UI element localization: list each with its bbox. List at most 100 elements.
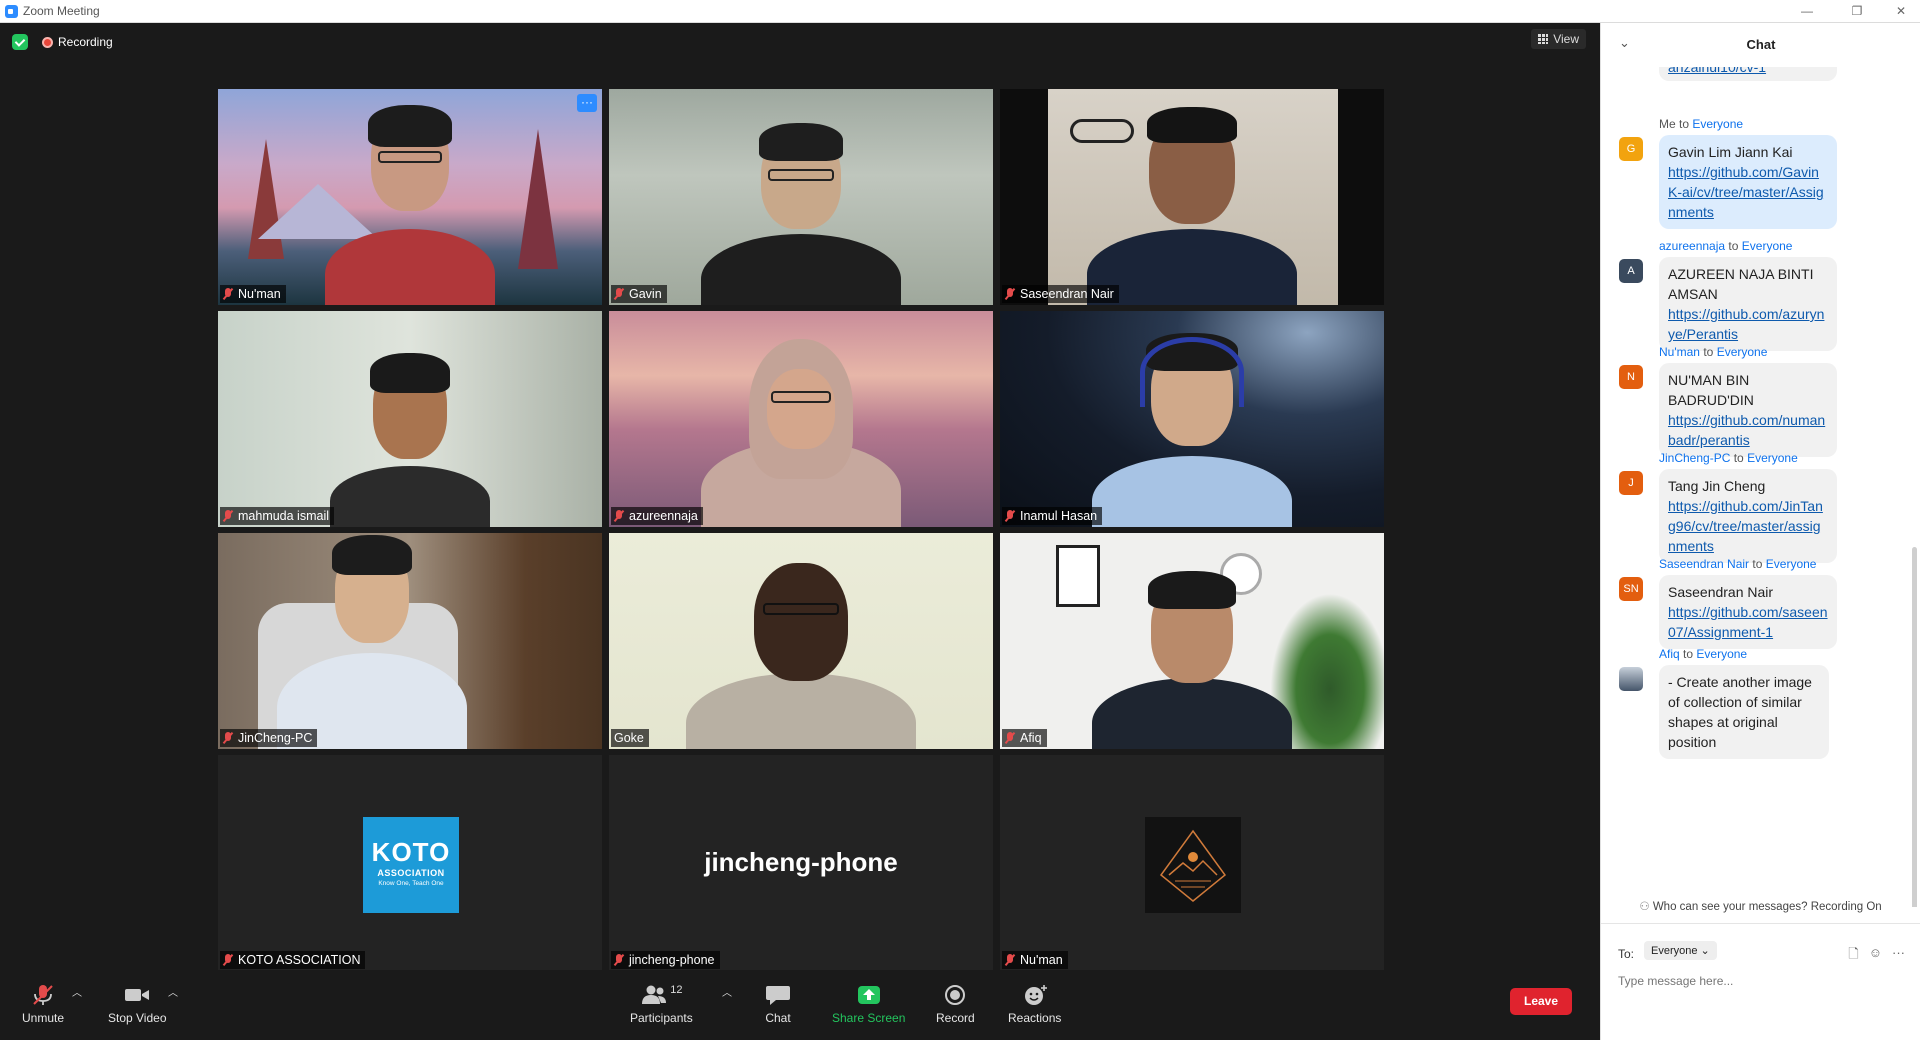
recipient-name: Everyone: [1747, 451, 1798, 465]
tile-name: Gavin: [629, 287, 662, 301]
video-tile-numan-2[interactable]: Nu'man: [1000, 755, 1384, 971]
person-face: [767, 369, 835, 449]
chat-message-link[interactable]: https://github.com/GavinK-ai/cv/tree/mas…: [1668, 162, 1828, 222]
video-tile-mahmuda[interactable]: mahmuda ismail: [218, 311, 602, 527]
chat-messages[interactable]: anzainul10/cv-1 Me to Everyone G Gavin L…: [1601, 67, 1920, 907]
meeting-toolbar: Unmute ︿ Stop Video ︿ 12 Participants ︿ …: [0, 970, 1600, 1040]
video-tile-azureennaja[interactable]: azureennaja: [609, 311, 993, 527]
tile-name: azureennaja: [629, 509, 698, 523]
participants-caret-icon[interactable]: ︿: [722, 984, 732, 999]
tile-more-options-icon[interactable]: ···: [577, 94, 597, 112]
tile-name: Nu'man: [238, 287, 281, 301]
muted-mic-icon: [223, 510, 233, 522]
sender-avatar: A: [1619, 259, 1643, 283]
video-tile-numan[interactable]: ··· Nu'man: [218, 89, 602, 305]
view-button[interactable]: View: [1531, 29, 1586, 49]
sender-name: Saseendran Nair: [1659, 557, 1750, 571]
message-sender: Me to Everyone: [1659, 117, 1743, 131]
video-tile-saseendran[interactable]: Saseendran Nair: [1000, 89, 1384, 305]
chat-message-link[interactable]: https://github.com/numanbadr/perantis: [1668, 410, 1828, 450]
tile-nameplate: Afiq: [1002, 729, 1047, 747]
muted-mic-icon: [223, 288, 233, 300]
video-options-caret-icon[interactable]: ︿: [168, 984, 178, 999]
recipient-select[interactable]: Everyone ⌄: [1644, 941, 1717, 960]
video-feed: [609, 533, 993, 749]
record-icon: [945, 985, 966, 1005]
video-feed: [1000, 533, 1384, 749]
person-hair: [1148, 571, 1236, 609]
chat-button[interactable]: Chat: [764, 984, 792, 1025]
close-icon[interactable]: ✕: [1886, 2, 1916, 20]
leave-button[interactable]: Leave: [1510, 988, 1572, 1015]
stop-video-button[interactable]: Stop Video: [108, 984, 167, 1025]
to-label: To:: [1618, 947, 1635, 961]
tile-nameplate: JinCheng-PC: [220, 729, 318, 747]
chat-message-link[interactable]: anzainul10/cv-1: [1668, 67, 1766, 75]
sender-avatar-photo: [1619, 667, 1643, 691]
glasses: [378, 151, 442, 163]
tile-nameplate: Goke: [611, 729, 649, 747]
message-sender: Nu'man to Everyone: [1659, 345, 1767, 359]
glasses: [763, 603, 839, 615]
recipient-name: Everyone: [1696, 647, 1748, 661]
sender-avatar: G: [1619, 137, 1643, 161]
message-bubble: Gavin Lim Jiann Kai https://github.com/G…: [1659, 135, 1837, 229]
person-body: [1092, 678, 1292, 749]
chat-message-link[interactable]: https://github.com/JinTang96/cv/tree/mas…: [1668, 496, 1828, 556]
video-tile-jincheng-phone[interactable]: jincheng-phone jincheng-phone: [609, 755, 993, 971]
share-screen-button[interactable]: Share Screen: [832, 984, 905, 1025]
chat-scrollbar[interactable]: [1912, 547, 1917, 907]
chat-message-input[interactable]: [1618, 974, 1898, 988]
chat-header: ⌄ Chat: [1601, 23, 1920, 67]
share-screen-label: Share Screen: [832, 1011, 906, 1025]
video-feed: [1000, 311, 1384, 527]
unmute-button[interactable]: Unmute: [22, 984, 64, 1025]
video-tile-koto[interactable]: KOTO ASSOCIATION Know One, Teach One KOT…: [218, 755, 602, 971]
restore-icon[interactable]: ❐: [1842, 2, 1872, 20]
video-tile-goke-active-speaker[interactable]: Goke: [609, 533, 993, 749]
tile-nameplate: Inamul Hasan: [1002, 507, 1103, 525]
video-tile-afiq[interactable]: Afiq: [1000, 533, 1384, 749]
chat-message-link[interactable]: https://github.com/azurynye/Perantis: [1668, 304, 1828, 344]
audio-options-caret-icon[interactable]: ︿: [72, 984, 82, 999]
tile-nameplate: KOTO ASSOCIATION: [220, 951, 366, 969]
chat-panel: ⌄ Chat anzainul10/cv-1 Me to Everyone G …: [1600, 23, 1920, 1040]
message-bubble: Saseendran Nair https://github.com/sasee…: [1659, 575, 1837, 649]
person-hair: [1147, 107, 1237, 143]
person-body: [701, 234, 901, 305]
participants-button[interactable]: 12 Participants: [630, 984, 693, 1025]
sender-to-word: to: [1703, 345, 1714, 359]
record-button[interactable]: Record: [936, 984, 975, 1025]
video-camera-icon: [125, 989, 150, 1001]
headphones: [1140, 337, 1244, 407]
message-visibility-notice[interactable]: ⚇ Who can see your messages? Recording O…: [1601, 899, 1920, 913]
logo-subtext: ASSOCIATION: [377, 868, 445, 878]
video-tile-jincheng-pc[interactable]: JinCheng-PC: [218, 533, 602, 749]
sender-avatar: SN: [1619, 577, 1643, 601]
minimize-icon[interactable]: —: [1792, 2, 1822, 20]
chat-message-link[interactable]: https://github.com/saseen07/Assignment-1: [1668, 602, 1828, 642]
recording-dot-icon: [42, 36, 53, 48]
reactions-button[interactable]: Reactions: [1008, 984, 1061, 1025]
video-feed: [609, 311, 993, 527]
video-tile-inamul[interactable]: Inamul Hasan: [1000, 311, 1384, 527]
person-hair: [370, 353, 450, 393]
video-tile-gavin[interactable]: Gavin: [609, 89, 993, 305]
sender-to-word: to: [1683, 647, 1694, 661]
security-shield-icon[interactable]: [12, 34, 28, 50]
window-titlebar: Zoom Meeting — ❐ ✕: [0, 0, 1920, 23]
message-sender: JinCheng-PC to Everyone: [1659, 451, 1798, 465]
emoji-icon[interactable]: ☺: [1869, 945, 1882, 967]
tile-nameplate: jincheng-phone: [611, 951, 720, 969]
mountain-shape: [258, 184, 378, 239]
recording-indicator[interactable]: Recording: [36, 33, 119, 51]
muted-mic-icon: [614, 954, 624, 966]
profile-picture: [1145, 817, 1241, 913]
logo-tagline: Know One, Teach One: [378, 880, 444, 887]
more-options-icon[interactable]: ···: [1892, 945, 1905, 967]
meeting-area: Recording View ··· Nu'man Gavin Saseendr…: [0, 23, 1600, 1040]
chat-message-partial: anzainul10/cv-1: [1659, 67, 1837, 81]
message-text: AZUREEN NAJA BINTI AMSAN: [1668, 266, 1814, 302]
message-text: Tang Jin Cheng: [1668, 478, 1766, 494]
file-icon[interactable]: 🗋: [1848, 945, 1858, 967]
